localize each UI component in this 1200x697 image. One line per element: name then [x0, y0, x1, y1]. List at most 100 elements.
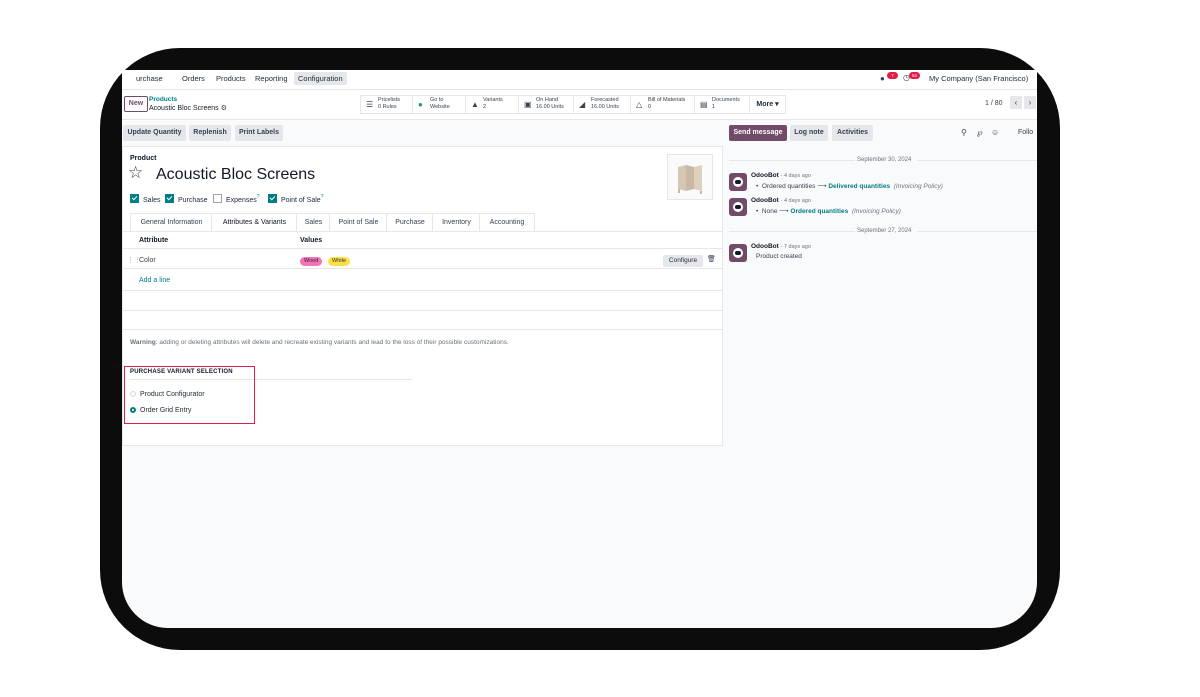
update-quantity-button[interactable]: Update Quantity [123, 125, 186, 141]
configure-button[interactable]: Configure [663, 255, 703, 267]
caret-down-icon: ▾ [775, 101, 779, 108]
top-navbar: urchase Orders Products Reporting Config… [122, 70, 1037, 90]
more-label: More [756, 101, 774, 108]
stat-pricelists[interactable]: ☰ Pricelists 0 Rules [360, 95, 414, 114]
arrow-right-icon: ⟶ [779, 208, 789, 215]
table-row [123, 310, 722, 311]
tab-general-information[interactable]: General Information [130, 213, 213, 232]
checkbox-purchase[interactable]: Purchase [165, 194, 208, 204]
checkbox-label: Point of Sale [281, 197, 321, 204]
follow-button[interactable]: Follo [1018, 129, 1033, 136]
more-button[interactable]: More ▾ [749, 95, 786, 114]
tab-sales[interactable]: Sales [296, 213, 331, 232]
send-message-button[interactable]: Send message [729, 125, 787, 141]
stat-value: 0 [648, 104, 652, 110]
stat-value: 2 [483, 104, 487, 110]
stat-forecasted[interactable]: ◢ Forecasted 16.00 Units [573, 95, 632, 114]
checkbox-sales[interactable]: Sales [130, 194, 161, 204]
stat-label: Variants [483, 97, 503, 103]
replenish-button[interactable]: Replenish [189, 125, 231, 141]
document-icon: ▤ [700, 100, 708, 109]
table-row [123, 329, 722, 330]
checkbox-box[interactable] [213, 194, 222, 203]
print-labels-button[interactable]: Print Labels [235, 125, 283, 141]
new-value: Ordered quantities [790, 208, 849, 215]
message-author: OdooBot - 7 days ago [751, 243, 811, 250]
product-image[interactable] [667, 154, 713, 200]
date-divider-line [729, 160, 855, 161]
field-name: (Invoicing Policy) [893, 183, 943, 190]
search-icon[interactable]: ⚲ [961, 128, 967, 137]
message-body: Product created [756, 253, 802, 260]
paperclip-icon[interactable]: ℘ [977, 128, 983, 137]
area-chart-icon: ◢ [579, 100, 586, 109]
author-name: OdooBot [751, 197, 779, 204]
stat-value: 0 Rules [378, 104, 397, 110]
stat-on-hand[interactable]: ▣ On Hand 16.00 Units [518, 95, 575, 114]
highlight-box [124, 366, 255, 424]
checkbox-label: Expenses [226, 197, 257, 204]
breadcrumb-products[interactable]: Products [149, 96, 177, 103]
author-name: OdooBot [751, 172, 779, 179]
log-note-button[interactable]: Log note [790, 125, 828, 141]
pager-next[interactable]: › [1024, 96, 1036, 109]
stat-bom[interactable]: △ Bill of Materials 0 [630, 95, 696, 114]
tab-attributes-variants[interactable]: Attributes & Variants [211, 213, 298, 233]
menu-configuration[interactable]: Configuration [294, 72, 347, 85]
odoo-window: urchase Orders Products Reporting Config… [122, 70, 1037, 628]
stat-website[interactable]: ● Go to Website [412, 95, 467, 114]
checkbox-box[interactable] [268, 194, 277, 203]
new-button[interactable]: New [124, 96, 148, 112]
activity-badge: 52 [909, 72, 920, 79]
menu-products[interactable]: Products [216, 74, 246, 83]
breadcrumb-current: Acoustic Bloc Screens ⚙ [149, 104, 227, 112]
checkbox-label: Sales [143, 197, 161, 204]
attribute-cell[interactable]: Color [139, 257, 156, 264]
app-name[interactable]: urchase [136, 74, 163, 83]
add-line-link[interactable]: Add a line [139, 277, 170, 284]
date-separator: September 30, 2024 [857, 157, 912, 163]
tracking-message: • Ordered quantities ⟶ Delivered quantit… [756, 183, 943, 190]
cubes-icon: ▣ [524, 100, 532, 109]
checkbox-box[interactable] [165, 194, 174, 203]
activities-button[interactable]: Activities [832, 125, 873, 141]
tab-point-of-sale[interactable]: Point of Sale [329, 213, 388, 232]
author-name: OdooBot [751, 243, 779, 250]
product-name-field[interactable]: Acoustic Bloc Screens [156, 166, 315, 184]
stat-label: On Hand [536, 97, 559, 103]
stat-variants[interactable]: ▲ Variants 2 [465, 95, 520, 114]
menu-orders[interactable]: Orders [182, 74, 205, 83]
checkbox-point-of-sale[interactable]: Point of Sale? [268, 194, 323, 204]
sitemap-icon: ▲ [471, 100, 479, 109]
stat-value: 16.00 Units [536, 104, 564, 110]
chat-icon[interactable]: ● [880, 74, 885, 83]
tab-accounting[interactable]: Accounting [479, 213, 535, 232]
table-row [123, 268, 722, 269]
list-icon: ☰ [366, 100, 374, 109]
tab-purchase[interactable]: Purchase [386, 213, 434, 232]
stat-value: 1 [712, 104, 716, 110]
help-tooltip-icon[interactable]: ? [321, 194, 324, 200]
star-icon[interactable]: ☆ [128, 163, 143, 183]
gear-icon[interactable]: ⚙ [221, 105, 227, 112]
checkbox-expenses[interactable]: Expenses? [213, 194, 260, 204]
odoobot-avatar [729, 173, 747, 191]
arrow-right-icon: ⟶ [817, 183, 827, 190]
message-time: - 4 days ago [780, 198, 811, 204]
stat-label: Go to [430, 97, 444, 103]
flask-icon: △ [636, 100, 643, 109]
tab-inventory[interactable]: Inventory [432, 213, 481, 232]
value-tag-wood: Wood [300, 257, 323, 266]
date-divider-line [917, 231, 1037, 232]
checkbox-box[interactable] [130, 194, 139, 203]
stat-label: Bill of Materials [648, 97, 686, 103]
stat-documents[interactable]: ▤ Documents 1 [694, 95, 750, 114]
menu-reporting[interactable]: Reporting [255, 74, 288, 83]
trash-icon[interactable]: 🗑 [707, 255, 716, 263]
pager-value[interactable]: 1 / 80 [985, 100, 1003, 107]
company-switcher[interactable]: My Company (San Francisco) [929, 74, 1028, 83]
pager-previous[interactable]: ‹ [1010, 96, 1022, 109]
help-tooltip-icon[interactable]: ? [257, 194, 260, 200]
follower-icon[interactable]: ☺ [991, 128, 999, 137]
stat-label: Forecasted [591, 97, 619, 103]
